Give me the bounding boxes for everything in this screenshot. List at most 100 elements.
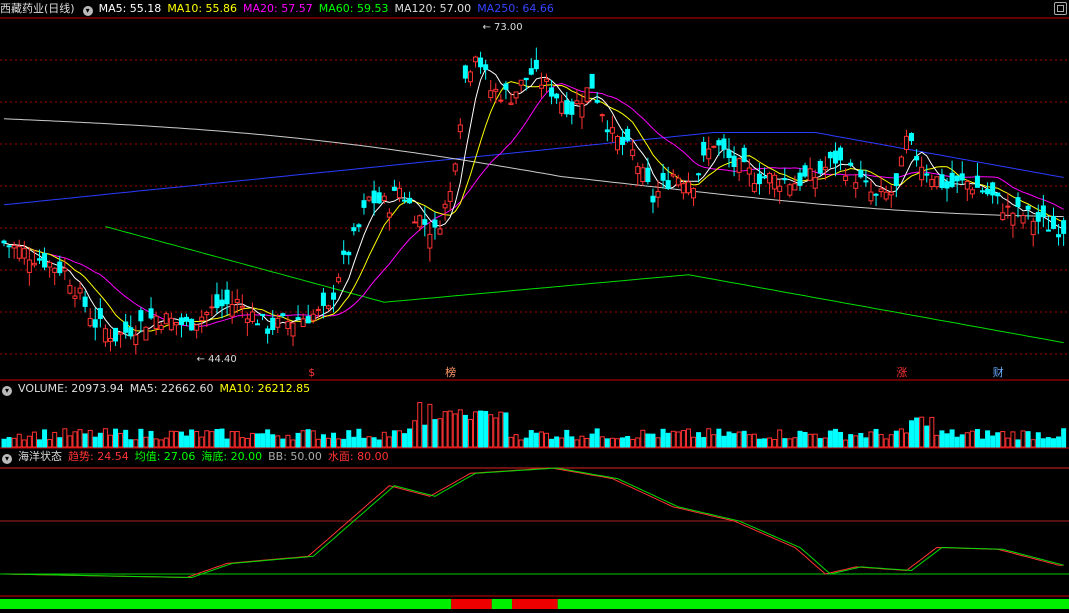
volume-bar	[594, 428, 600, 448]
candle-body	[1040, 205, 1046, 218]
candle-body	[767, 173, 773, 184]
candle-body	[209, 306, 215, 309]
volume-bar	[163, 437, 169, 448]
candle-body	[77, 287, 83, 294]
candle-body	[756, 173, 762, 185]
volume-bar	[82, 433, 88, 448]
volume-bar	[797, 430, 803, 448]
candle-body	[903, 135, 909, 150]
volume-bar	[807, 433, 813, 448]
candle-body	[107, 337, 113, 342]
volume-bar	[721, 435, 727, 448]
volume-bar	[554, 436, 560, 448]
volume-bar	[1061, 428, 1067, 448]
candle-body	[929, 179, 935, 188]
candle-body	[442, 203, 448, 209]
kline-chart[interactable]: ← 73.00 ← 44.40 $ 榜 涨 财	[0, 0, 1069, 613]
volume-bar	[57, 437, 63, 448]
volume-bar	[934, 434, 940, 448]
volume-bar	[376, 439, 382, 448]
volume-bar	[614, 438, 620, 448]
volume-bar	[1, 438, 7, 448]
volume-bar	[346, 430, 352, 448]
candle-body	[310, 313, 316, 321]
volume-bar	[660, 428, 666, 448]
volume-bar	[716, 428, 722, 448]
volume-bar	[361, 437, 367, 448]
volume-bar	[462, 414, 468, 448]
volume-bar	[199, 436, 205, 448]
volume-bar	[538, 431, 544, 448]
volume-bar	[625, 435, 631, 448]
candle-body	[817, 161, 823, 174]
volume-bar	[843, 439, 849, 448]
candle-body	[878, 188, 884, 193]
volume-bar	[523, 437, 529, 448]
candle-body	[102, 328, 108, 343]
candle-body	[31, 262, 37, 266]
volume-bar	[417, 402, 423, 448]
ma20-line	[3, 82, 1064, 327]
candle-body	[407, 197, 413, 204]
volume-bar	[711, 434, 717, 448]
candle-body	[640, 167, 646, 183]
candle-body	[478, 57, 484, 68]
candle-body	[62, 267, 68, 272]
candle-body	[609, 127, 615, 134]
candle-body	[736, 158, 742, 173]
volume-bar	[863, 437, 869, 448]
volume-bar	[47, 439, 53, 448]
candle-body	[914, 156, 920, 161]
candle-body	[782, 178, 788, 181]
candle-body	[412, 221, 418, 224]
volume-bar	[412, 420, 418, 448]
candle-body	[670, 173, 676, 177]
ocean-avg-line	[4, 467, 1064, 579]
volume-bar	[204, 430, 210, 448]
candle-body	[239, 305, 245, 309]
volume-bar	[974, 429, 980, 448]
volume-bar	[873, 428, 879, 448]
volume-bar	[214, 429, 220, 448]
candle-body	[1020, 215, 1026, 224]
volume-bar	[691, 436, 697, 448]
candle-body	[1030, 220, 1036, 236]
candle-body	[97, 308, 103, 319]
candle-body	[143, 326, 149, 341]
volume-bar	[579, 435, 585, 448]
volume-bar	[158, 439, 164, 448]
candle-body	[1045, 229, 1051, 232]
candle-body	[1005, 205, 1011, 208]
volume-bar	[883, 438, 889, 448]
volume-bar	[985, 430, 991, 448]
volume-bar	[599, 436, 605, 448]
volume-bar	[113, 428, 119, 448]
volume-bar	[726, 431, 732, 448]
candle-body	[361, 200, 367, 208]
candle-body	[16, 246, 22, 259]
candle-body	[559, 101, 565, 114]
volume-bar	[1015, 439, 1021, 448]
volume-bar	[133, 439, 139, 448]
candle-body	[57, 261, 63, 274]
candle-body	[118, 331, 124, 335]
candle-body	[498, 99, 504, 102]
candle-body	[589, 73, 595, 89]
volume-bar	[396, 430, 402, 448]
volume-bar	[31, 431, 37, 448]
volume-bar	[275, 435, 281, 448]
volume-bar	[868, 431, 874, 448]
volume-bar	[102, 428, 108, 448]
candle-body	[772, 174, 778, 190]
volume-bar	[827, 430, 833, 448]
candle-body	[924, 173, 930, 176]
candle-body	[625, 128, 631, 141]
volume-bar	[153, 438, 159, 448]
volume-bar	[1030, 439, 1036, 448]
candle-body	[331, 292, 337, 300]
candle-body	[538, 84, 544, 89]
volume-bar	[1040, 438, 1046, 448]
volume-bar	[351, 436, 357, 448]
candle-body	[731, 155, 737, 168]
candle-body	[295, 317, 301, 320]
